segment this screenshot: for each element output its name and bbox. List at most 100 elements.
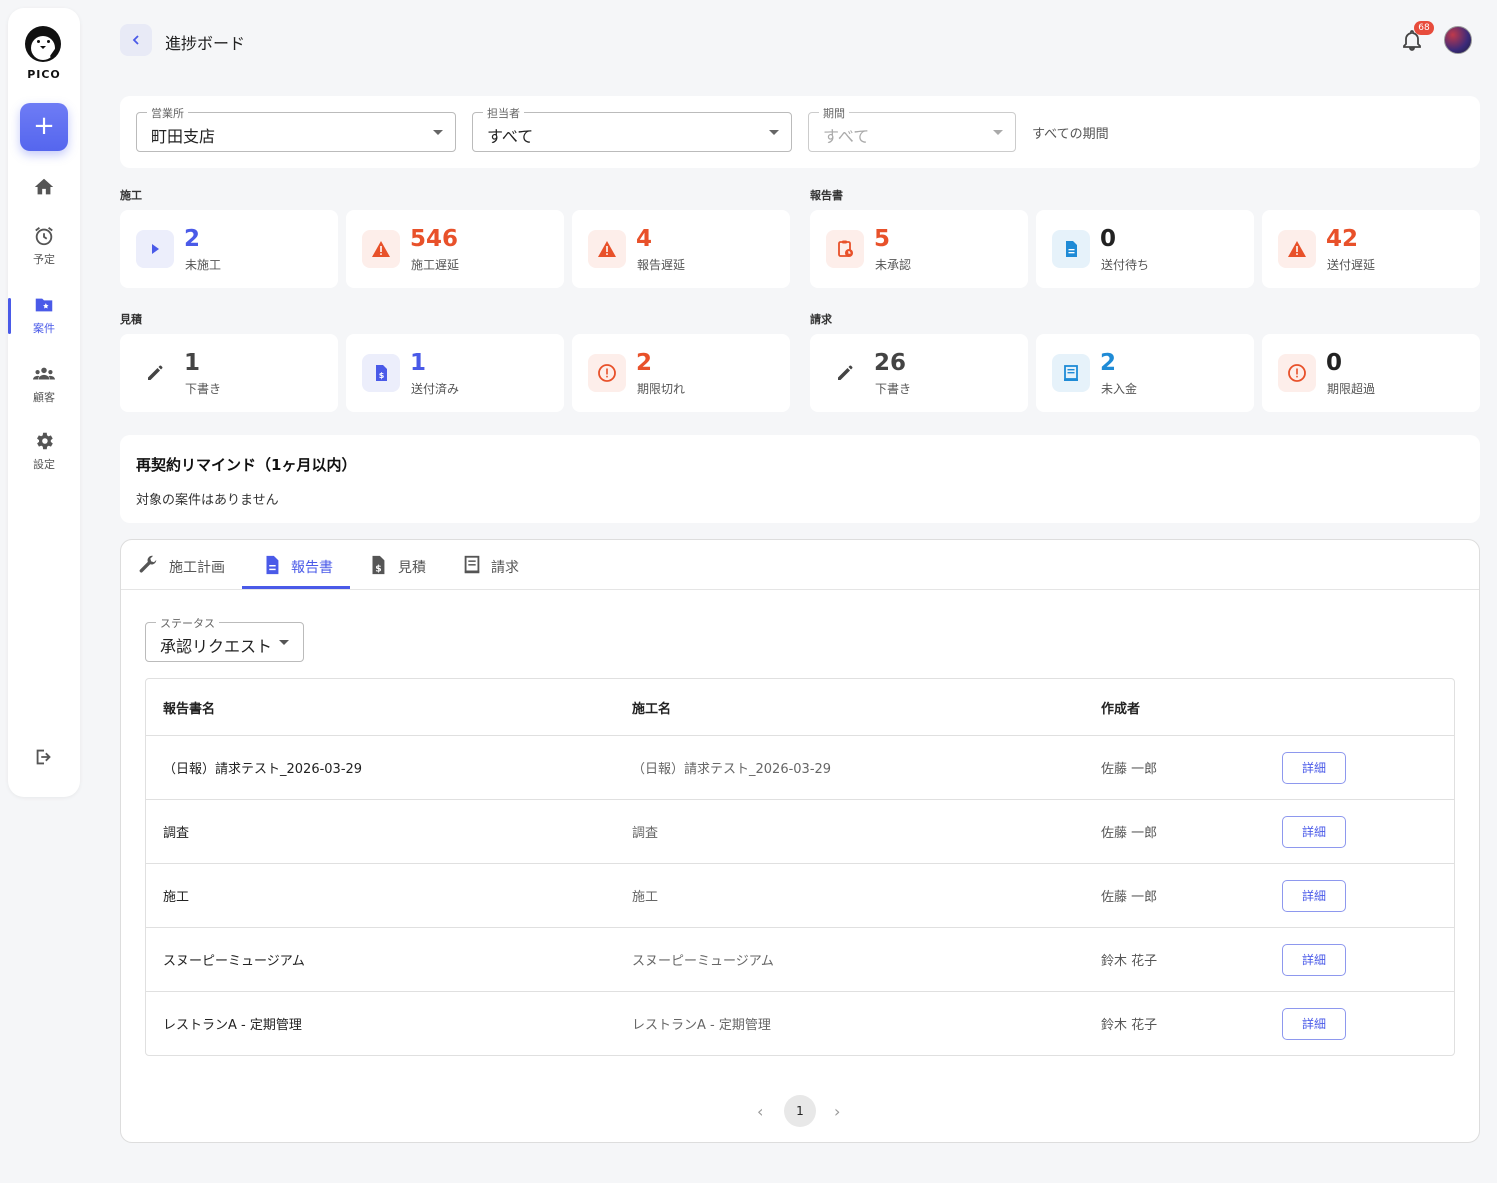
pagination: ‹ 1 › xyxy=(121,1094,1479,1128)
stat-value: 5 xyxy=(874,226,891,252)
stat-value: 1 xyxy=(184,350,201,376)
reminder-title: 再契約リマインド（1ヶ月以内） xyxy=(136,456,357,474)
reports-table: 報告書名 施工名 作成者 （日報）請求テスト_2026-03-29 （日報）請求… xyxy=(145,678,1455,1056)
stat-unapproved[interactable]: 5 未承認 xyxy=(810,210,1028,288)
sidebar-item-cases[interactable]: 案件 xyxy=(8,294,80,336)
sidebar-item-label: 予定 xyxy=(33,253,55,266)
tab-construction-plan[interactable]: 施工計画 xyxy=(137,540,237,590)
stat-estimate-expired[interactable]: 2 期限切れ xyxy=(572,334,790,412)
app-logo[interactable]: PICO xyxy=(8,24,80,81)
table-row[interactable]: 施工 施工 佐藤 一郎 詳細 xyxy=(146,863,1454,927)
stat-invoice-overdue[interactable]: 0 期限超過 xyxy=(1262,334,1480,412)
assignee-select[interactable]: 担当者 すべて xyxy=(472,105,792,152)
stat-not-started[interactable]: 2 未施工 xyxy=(120,210,338,288)
renewal-reminder-card: 再契約リマインド（1ヶ月以内） 対象の案件はありません xyxy=(120,435,1480,523)
detail-button[interactable]: 詳細 xyxy=(1282,752,1346,784)
sidebar-item-customers[interactable]: 顧客 xyxy=(8,363,80,405)
status-select-value: 承認リクエスト xyxy=(160,637,273,656)
stat-estimate-draft[interactable]: 1 下書き xyxy=(120,334,338,412)
document-icon xyxy=(1052,230,1090,268)
report-name: 調査 xyxy=(163,826,190,841)
tab-estimate[interactable]: $ 見積 xyxy=(367,540,437,590)
invoice-dollar-icon: $ xyxy=(362,354,400,392)
status-select[interactable]: ステータス 承認リクエスト xyxy=(145,615,304,662)
warning-icon xyxy=(1278,230,1316,268)
report-name: （日報）請求テスト_2026-03-29 xyxy=(163,762,363,777)
stat-value: 26 xyxy=(874,350,907,376)
detail-button[interactable]: 詳細 xyxy=(1282,816,1346,848)
author: 佐藤 一郎 xyxy=(1101,762,1158,777)
people-icon xyxy=(33,367,55,380)
home-icon xyxy=(34,178,54,195)
caret-down-icon xyxy=(279,640,289,645)
warning-icon xyxy=(588,230,626,268)
back-button[interactable] xyxy=(120,24,152,56)
office-select-label: 営業所 xyxy=(147,105,188,121)
alarm-clock-icon xyxy=(35,227,53,246)
stat-value: 42 xyxy=(1326,226,1359,252)
stat-value: 0 xyxy=(1100,226,1117,252)
warning-icon xyxy=(362,230,400,268)
pencil-icon xyxy=(826,354,864,392)
detail-button[interactable]: 詳細 xyxy=(1282,944,1346,976)
stat-invoice-unpaid[interactable]: 2 未入金 xyxy=(1036,334,1254,412)
author: 佐藤 一郎 xyxy=(1101,826,1158,841)
assignee-select-value: すべて xyxy=(487,127,534,146)
receipt-icon xyxy=(1052,354,1090,392)
office-select[interactable]: 営業所 町田支店 xyxy=(136,105,456,152)
stat-waiting-send[interactable]: 0 送付待ち xyxy=(1036,210,1254,288)
author: 佐藤 一郎 xyxy=(1101,890,1158,905)
stat-report-delay[interactable]: 4 報告遅延 xyxy=(572,210,790,288)
caret-down-icon xyxy=(993,130,1003,135)
column-header[interactable]: 報告書名 xyxy=(163,679,215,735)
stat-value: 2 xyxy=(1100,350,1117,376)
active-tab-indicator xyxy=(242,586,350,589)
stat-estimate-sent[interactable]: $ 1 送付済み xyxy=(346,334,564,412)
reminder-empty-text: 対象の案件はありません xyxy=(136,493,279,508)
table-row[interactable]: スヌーピーミュージアム スヌーピーミュージアム 鈴木 花子 詳細 xyxy=(146,927,1454,991)
stat-label: 下書き xyxy=(875,382,912,396)
avatar[interactable] xyxy=(1444,26,1472,54)
report-name: スヌーピーミュージアム xyxy=(163,954,305,969)
logout-button[interactable] xyxy=(8,746,80,772)
sidebar-item-label: 設定 xyxy=(33,458,55,471)
clipboard-clock-icon xyxy=(826,230,864,268)
tab-invoice[interactable]: 請求 xyxy=(461,540,531,590)
sidebar-item-home[interactable] xyxy=(8,176,80,202)
sidebar-item-settings[interactable]: 設定 xyxy=(8,430,80,472)
pencil-icon xyxy=(136,354,174,392)
alert-circle-icon xyxy=(588,354,626,392)
chevron-right-icon[interactable]: › xyxy=(834,1102,840,1121)
sidebar-item-schedule[interactable]: 予定 xyxy=(8,225,80,267)
table-row[interactable]: （日報）請求テスト_2026-03-29 （日報）請求テスト_2026-03-2… xyxy=(146,735,1454,799)
stat-label: 報告遅延 xyxy=(637,258,686,272)
column-header[interactable]: 作成者 xyxy=(1101,679,1140,735)
stat-value: 2 xyxy=(636,350,653,376)
add-button[interactable]: + xyxy=(20,103,68,151)
stat-value: 4 xyxy=(636,226,653,252)
page-title: 進捗ボード xyxy=(165,34,246,53)
page-button-current[interactable]: 1 xyxy=(784,1095,816,1127)
filter-card: 営業所 町田支店 担当者 すべて 期間 すべて すべての期間 xyxy=(120,96,1480,168)
receipt-icon xyxy=(464,555,480,574)
tab-label: 請求 xyxy=(491,560,519,576)
tab-report[interactable]: 報告書 xyxy=(261,540,351,590)
stat-invoice-draft[interactable]: 26 下書き xyxy=(810,334,1028,412)
table-row[interactable]: レストランA - 定期管理 レストランA - 定期管理 鈴木 花子 詳細 xyxy=(146,991,1454,1055)
column-header[interactable]: 施工名 xyxy=(632,679,671,735)
stat-construction-delay[interactable]: 546 施工遅延 xyxy=(346,210,564,288)
list-card: 施工計画 報告書 $ 見積 請求 ステータス 承認リクエスト 報告書名 施工名 … xyxy=(120,539,1480,1143)
section-construction: 施工 xyxy=(120,189,142,202)
stat-label: 未入金 xyxy=(1101,382,1138,396)
table-row[interactable]: 調査 調査 佐藤 一郎 詳細 xyxy=(146,799,1454,863)
detail-button[interactable]: 詳細 xyxy=(1282,1008,1346,1040)
stat-send-delay[interactable]: 42 送付遅延 xyxy=(1262,210,1480,288)
period-select-value: すべて xyxy=(823,127,870,146)
detail-button[interactable]: 詳細 xyxy=(1282,880,1346,912)
report-name: 施工 xyxy=(163,890,190,905)
invoice-dollar-icon: $ xyxy=(372,555,385,574)
tab-label: 報告書 xyxy=(291,560,333,576)
chevron-left-icon[interactable]: ‹ xyxy=(757,1102,763,1121)
tab-label: 施工計画 xyxy=(169,560,225,576)
period-select[interactable]: 期間 すべて xyxy=(808,105,1016,152)
